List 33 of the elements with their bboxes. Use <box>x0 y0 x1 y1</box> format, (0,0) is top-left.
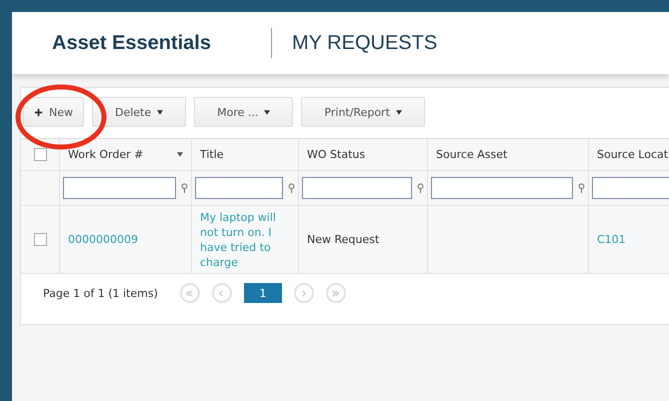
toolbar-button[interactable]: Print/Report <box>301 97 425 127</box>
filter-field[interactable] <box>592 177 669 199</box>
column-header[interactable]: Source Locati <box>589 139 669 170</box>
double-chevron-right-icon <box>331 288 340 298</box>
app-title: Asset Essentials <box>52 32 211 54</box>
pin-icon[interactable] <box>578 182 585 194</box>
caret-icon <box>396 110 402 114</box>
pin-icon[interactable] <box>288 182 295 194</box>
select-all-checkbox[interactable] <box>34 148 46 161</box>
toolbar-button[interactable]: Delete <box>92 97 186 127</box>
caret-icon <box>264 110 270 114</box>
filter-field[interactable] <box>63 177 176 199</box>
column-header[interactable]: Source Asset <box>428 139 589 170</box>
row-checkbox[interactable] <box>34 233 46 246</box>
column-header[interactable]: Work Order # <box>60 139 192 170</box>
column-header[interactable]: WO Status <box>299 139 428 170</box>
caret-icon[interactable] <box>177 152 183 157</box>
page-title: MY REQUESTS <box>292 32 438 54</box>
new-button[interactable]: New <box>23 97 84 127</box>
filter-field[interactable] <box>431 177 573 199</box>
double-chevron-left-icon <box>185 288 194 298</box>
pin-icon[interactable] <box>417 182 424 194</box>
filter-field[interactable] <box>302 177 412 199</box>
page-summary: Page 1 of 1 (1 items) <box>43 286 158 300</box>
caret-icon <box>157 110 164 114</box>
toolbar-button[interactable]: More ... <box>194 97 294 127</box>
plus-icon <box>34 108 43 116</box>
page-button[interactable]: 1 <box>244 283 282 303</box>
pin-icon[interactable] <box>181 182 188 194</box>
table-cell: New Request <box>307 232 380 247</box>
column-header[interactable]: Title <box>192 139 299 170</box>
chevron-right-icon <box>299 288 308 298</box>
filter-field[interactable] <box>195 177 283 199</box>
